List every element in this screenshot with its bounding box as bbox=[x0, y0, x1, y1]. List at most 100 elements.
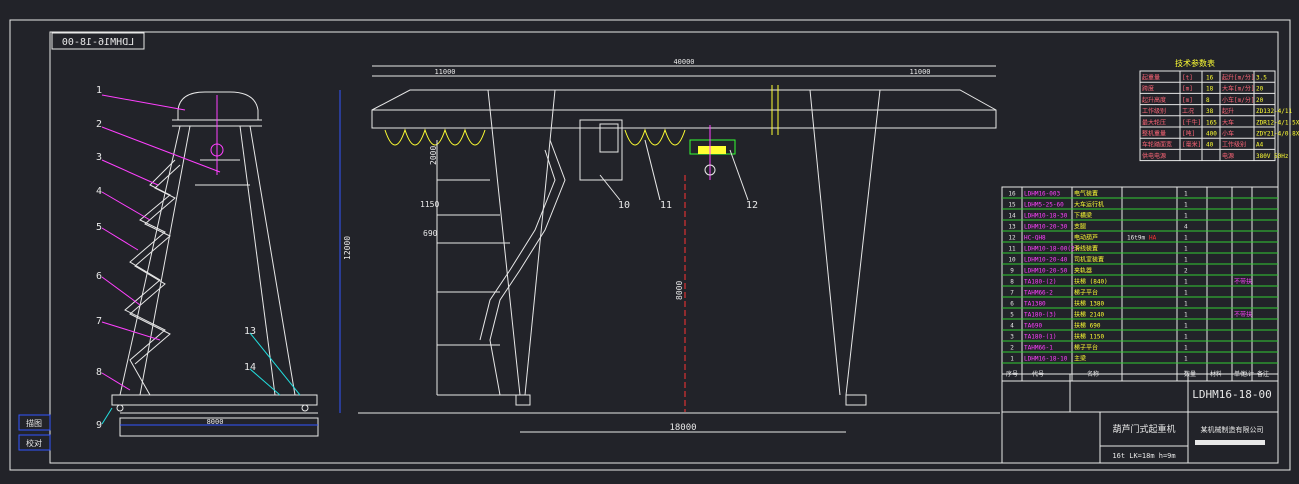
dim-height-left: 12000 bbox=[343, 236, 352, 260]
bom-cell: 1 bbox=[1184, 213, 1188, 220]
electric-hoist bbox=[689, 125, 736, 180]
tech-cell: ZDY21-4/0.8X2 bbox=[1256, 131, 1299, 138]
bom-cell: 1 bbox=[1184, 202, 1188, 209]
bom-cell: 夹轨器 bbox=[1074, 267, 1092, 275]
bom-cell: HC-QH8 bbox=[1024, 235, 1046, 242]
bom-cell: 2 bbox=[1010, 345, 1014, 352]
callout-9: 9 bbox=[96, 420, 102, 431]
callout-5: 5 bbox=[96, 222, 102, 233]
bom-cell: 4 bbox=[1010, 323, 1014, 330]
bom-cell: 1 bbox=[1184, 257, 1188, 264]
tech-cell: 电源 bbox=[1222, 152, 1234, 160]
tech-cell: 20 bbox=[1256, 86, 1264, 93]
bom-cell: 1 bbox=[1184, 323, 1188, 330]
bom-cell: 扶梯 690 bbox=[1074, 322, 1101, 330]
bom-cell: LDHM16-003 bbox=[1024, 191, 1061, 198]
callout-4: 4 bbox=[96, 186, 102, 197]
tech-cell: 3.5 bbox=[1256, 75, 1267, 82]
bom-cell: 梯子平台 bbox=[1074, 344, 1098, 352]
bom-cell: LDHM10-20-50 bbox=[1024, 268, 1068, 275]
tech-cell: 工作级别 bbox=[1142, 107, 1166, 115]
tech-cell: 工作级别 bbox=[1222, 141, 1246, 149]
bom-cell: 12 bbox=[1008, 235, 1016, 242]
title-spec: 16t LK=18m h=9m bbox=[1112, 452, 1175, 460]
title-bar bbox=[1195, 440, 1265, 445]
bom-cell: LDHM10-20-40 bbox=[1024, 257, 1068, 264]
bom-cell: TA1380 bbox=[1024, 301, 1046, 308]
bom-cell: 梯子平台 bbox=[1074, 289, 1098, 297]
bom-cell: 1 bbox=[1184, 312, 1188, 319]
bom-cell: 不带扶 bbox=[1234, 278, 1252, 286]
bom-cell: 7 bbox=[1010, 290, 1014, 297]
bom-cell: 不带扶 bbox=[1234, 311, 1252, 319]
tech-cell: 跨度 bbox=[1142, 85, 1154, 93]
bom-cell: 1 bbox=[1184, 301, 1188, 308]
bom-extra: 16t9m bbox=[1127, 235, 1145, 242]
tech-cell: 起重量 bbox=[1142, 74, 1160, 82]
tech-cell: 车轮踏面宽 bbox=[1142, 141, 1172, 149]
bom-cell: 主梁 bbox=[1074, 355, 1086, 363]
bom-cell: LDHM5-25-60 bbox=[1024, 202, 1064, 209]
bom-cell: 扶梯 2140 bbox=[1074, 311, 1104, 319]
bom-cell: TA180-(2) bbox=[1024, 279, 1057, 286]
tech-cell: 8 bbox=[1206, 97, 1210, 104]
tech-cell: 380V 50Hz bbox=[1256, 153, 1289, 160]
bom-cell: 1 bbox=[1184, 246, 1188, 253]
tech-cell: 18 bbox=[1206, 86, 1214, 93]
tech-cell: ZD132-4/11 bbox=[1256, 108, 1293, 115]
bom-cell: 14 bbox=[1008, 213, 1016, 220]
tech-cell: 20 bbox=[1256, 97, 1264, 104]
bom-cell: 1 bbox=[1184, 290, 1188, 297]
bom-cell: 1 bbox=[1184, 334, 1188, 341]
level-lines bbox=[436, 140, 520, 396]
tech-table: 起重量 [t] 16 起升[m/分] 3.5 跨度 [m] 18 大车[m/分] 20 起升高度 [m… bbox=[1139, 70, 1299, 162]
tech-cell: 大车 bbox=[1222, 118, 1234, 126]
callout-8: 8 bbox=[96, 367, 102, 378]
tech-cell: [吨] bbox=[1182, 130, 1195, 138]
dim-2000: 2000 bbox=[429, 146, 438, 165]
side-hook bbox=[210, 95, 224, 175]
bom-cell: 2 bbox=[1184, 268, 1188, 275]
tech-cell: 大车[m/分] bbox=[1222, 85, 1254, 93]
tech-cell: 小车 bbox=[1222, 130, 1234, 138]
bom-cell: 1 bbox=[1184, 345, 1188, 352]
bom-cell: 9 bbox=[1010, 268, 1014, 275]
tech-cell: 起升[m/分] bbox=[1222, 74, 1254, 82]
dim-left-cant: 11000 bbox=[434, 68, 455, 76]
callout-12: 12 bbox=[746, 200, 758, 211]
bom-cell: 扶梯 1380 bbox=[1074, 300, 1104, 308]
bom-cell: LDHM10-20-30 bbox=[1024, 224, 1068, 231]
title-name: 葫芦门式起重机 bbox=[1112, 423, 1175, 435]
bom-table: 16 LDHM16-003 电气装置 115 LDHM5-25-60 大车运行机 114 LD… bbox=[1001, 186, 1279, 382]
bom-cell: 1 bbox=[1184, 235, 1188, 242]
callout-6: 6 bbox=[96, 271, 102, 282]
bom-cell: 5 bbox=[1010, 312, 1014, 319]
tech-cell: [毫米] bbox=[1182, 141, 1201, 149]
callout-1: 1 bbox=[96, 85, 102, 96]
bom-cell: 下横梁 bbox=[1074, 212, 1092, 220]
tech-cell: 供电电源 bbox=[1142, 152, 1166, 160]
stamp-2: 校对 bbox=[26, 438, 42, 448]
bom-cell: 支腿 bbox=[1074, 223, 1086, 231]
bom-cell: LDHM10-18-00(2) bbox=[1024, 246, 1078, 253]
bom-cell: 1 bbox=[1184, 191, 1188, 198]
bom-cell: 电气装置 bbox=[1074, 190, 1098, 198]
dim-span: 18000 bbox=[669, 423, 696, 433]
tech-cell: [m] bbox=[1182, 97, 1193, 104]
title-drawing-number: LDHM16-18-00 bbox=[1192, 388, 1271, 401]
bom-cell: LDHM10-18-30 bbox=[1024, 213, 1068, 220]
callout-3: 3 bbox=[96, 152, 102, 163]
bom-cell: TA690 bbox=[1024, 323, 1042, 330]
stamp-1: 描图 bbox=[26, 418, 42, 428]
tech-cell: ZDR12-4/1.5X4 bbox=[1256, 119, 1299, 126]
bom-cell: 11 bbox=[1008, 246, 1016, 253]
bom-cell: 6 bbox=[1010, 301, 1014, 308]
gantry-crane-drawing: LDHM16-18-00 描图 校对 8000 12000 1 2 3 4 5 … bbox=[9, 19, 1299, 471]
festoon-cable bbox=[384, 85, 779, 146]
bom-cell: 扶梯 (840) bbox=[1074, 278, 1108, 286]
tech-cell: 工况 bbox=[1182, 108, 1194, 115]
bom-cell: 4 bbox=[1184, 224, 1188, 231]
callout-14: 14 bbox=[244, 362, 256, 373]
dim-base-width: 8000 bbox=[207, 418, 224, 426]
bom-cell: 电动葫芦 bbox=[1074, 234, 1098, 242]
